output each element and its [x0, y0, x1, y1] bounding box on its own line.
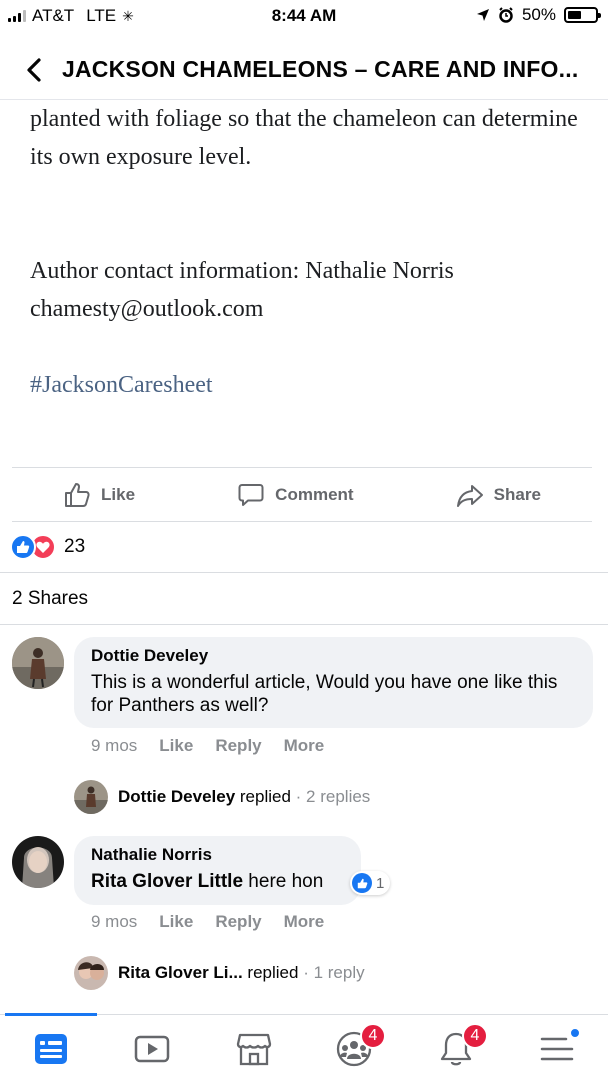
avatar	[74, 956, 108, 990]
reply-author: Rita Glover Li...	[118, 963, 243, 982]
menu-indicator-dot	[569, 1027, 581, 1039]
tab-marketplace[interactable]	[234, 1029, 274, 1069]
comment-meta: 9 mos Like Reply More	[91, 912, 324, 932]
status-bar: AT&T LTE ✳ 8:44 AM 50%	[0, 0, 608, 32]
article-body: planted with foliage so that the chamele…	[30, 100, 590, 404]
comment-body: here hon	[243, 871, 324, 892]
share-button[interactable]: Share	[456, 481, 541, 509]
reply-separator: ·	[298, 963, 314, 982]
shares-count[interactable]: 2 Shares	[0, 573, 608, 625]
like-reaction-icon	[10, 534, 36, 560]
alarm-icon	[499, 7, 513, 23]
tab-groups[interactable]: 4	[334, 1023, 386, 1069]
post-action-bar: Like Comment Share	[12, 467, 592, 522]
avatar[interactable]	[12, 637, 64, 689]
share-label: Share	[493, 484, 541, 504]
mention-link[interactable]: Rita Glover Little	[91, 871, 243, 892]
comment-author[interactable]: Nathalie Norris	[91, 844, 345, 866]
comment-bubble: Dottie Develey This is a wonderful artic…	[74, 637, 593, 728]
avatar	[74, 780, 108, 814]
comment-author[interactable]: Dottie Develey	[91, 645, 577, 667]
video-play-icon	[134, 1035, 170, 1063]
hashtag-link[interactable]: #JacksonCaresheet	[30, 366, 590, 404]
bottom-tab-bar: 4 4	[0, 1013, 608, 1080]
comment-more-button[interactable]: More	[284, 912, 325, 932]
like-button[interactable]: Like	[63, 481, 135, 509]
view-replies-link[interactable]: Dottie Develey replied · 2 replies	[118, 787, 370, 807]
comment-like-button[interactable]: Like	[159, 912, 193, 932]
news-feed-icon	[35, 1034, 67, 1064]
author-contact-line: Author contact information: Nathalie Nor…	[30, 258, 454, 284]
thumbs-up-icon	[65, 482, 90, 507]
battery-fill	[568, 11, 581, 19]
comment-icon	[238, 483, 264, 506]
tab-news-feed[interactable]	[31, 1029, 71, 1069]
avatar[interactable]	[12, 836, 64, 888]
article-paragraph: planted with foliage so that the chamele…	[30, 106, 578, 170]
comment-text: Rita Glover Little here hon	[91, 870, 345, 893]
share-arrow-icon	[456, 484, 483, 507]
chevron-left-icon	[27, 57, 41, 82]
reactions-summary[interactable]: 23	[0, 522, 608, 573]
comment-time: 9 mos	[91, 736, 138, 755]
tab-notifications[interactable]: 4	[436, 1023, 488, 1069]
comment-more-button[interactable]: More	[284, 736, 325, 756]
reply-count: 2 replies	[306, 787, 371, 806]
marketplace-shop-icon	[236, 1033, 272, 1066]
author-email[interactable]: chamesty@outlook.com	[30, 290, 590, 328]
comment-reaction-count: 1	[376, 874, 385, 892]
reaction-count: 23	[64, 536, 86, 557]
comment-reply-button[interactable]: Reply	[215, 736, 261, 756]
comment-meta: 9 mos Like Reply More	[91, 736, 324, 756]
comment-reaction-badge[interactable]: 1	[350, 871, 391, 895]
reply-count: 1 reply	[313, 963, 365, 982]
page-title: JACKSON CHAMELEONS – CARE AND INFO...	[62, 56, 579, 82]
hamburger-menu-icon	[540, 1037, 574, 1061]
notifications-badge: 4	[462, 1023, 488, 1049]
active-tab-indicator	[5, 1013, 97, 1016]
location-arrow-icon	[476, 9, 489, 21]
tab-watch[interactable]	[132, 1029, 172, 1069]
reply-action: replied	[242, 963, 299, 982]
reply-author: Dottie Develey	[118, 787, 236, 806]
back-button[interactable]	[20, 56, 48, 84]
comment-like-button[interactable]: Like	[159, 736, 193, 756]
status-right: 50%	[476, 5, 601, 25]
page-header: JACKSON CHAMELEONS – CARE AND INFO...	[0, 40, 608, 100]
reply-separator: ·	[290, 787, 307, 806]
comment-label: Comment	[275, 484, 354, 504]
battery-percent: 50%	[521, 5, 556, 24]
tab-menu[interactable]	[537, 1027, 581, 1069]
comment-text: This is a wonderful article, Would you h…	[91, 672, 558, 716]
like-reaction-icon	[352, 873, 372, 893]
battery-icon	[564, 7, 601, 23]
comment-button[interactable]: Comment	[237, 481, 354, 509]
like-label: Like	[101, 484, 136, 504]
comment-time: 9 mos	[91, 912, 138, 931]
comment-bubble: Nathalie Norris Rita Glover Little here …	[74, 836, 361, 905]
view-replies-link[interactable]: Rita Glover Li... replied · 1 reply	[118, 963, 365, 983]
reply-action: replied	[235, 787, 291, 806]
comment-reply-button[interactable]: Reply	[215, 912, 261, 932]
groups-badge: 4	[360, 1023, 386, 1049]
